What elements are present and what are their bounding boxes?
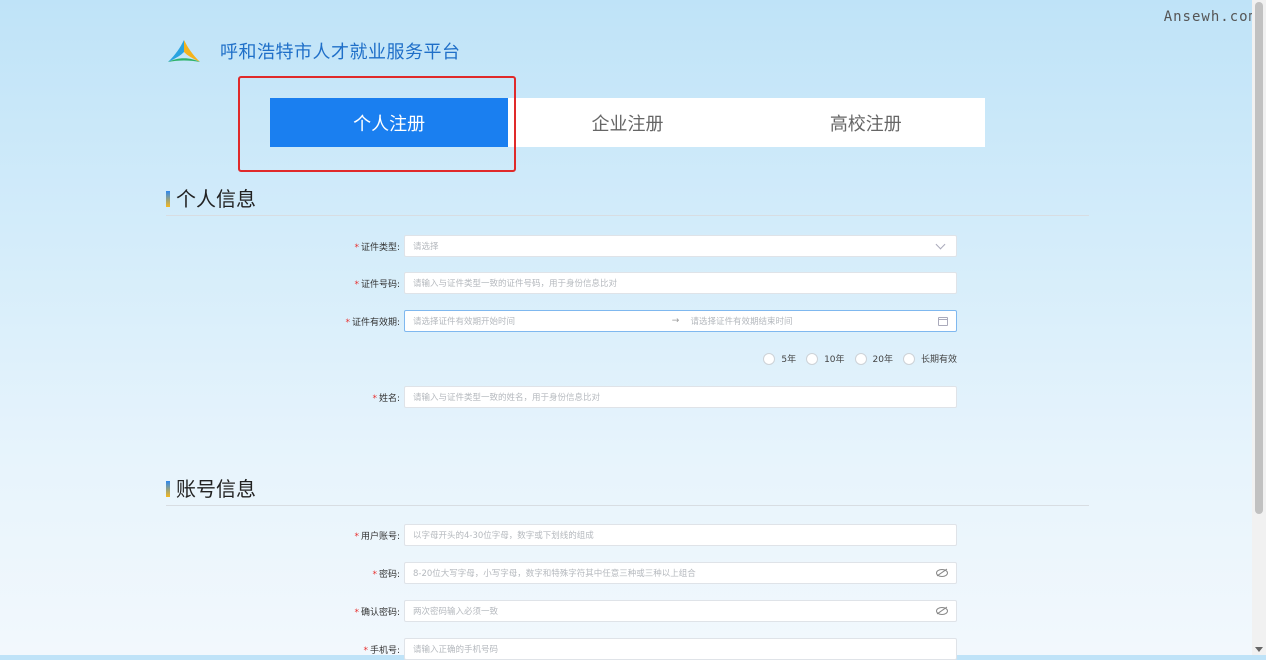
triangle-logo-icon (168, 40, 200, 62)
placeholder: 两次密码输入必须一致 (413, 607, 499, 617)
end-date-placeholder[interactable]: 请选择证件有效期结束时间 (691, 315, 939, 327)
section-title: 个人信息 (176, 187, 256, 211)
placeholder: 8-20位大写字母，小写字母，数字和特殊字符其中任意三种或三种以上组合 (413, 569, 696, 579)
chevron-down-icon (935, 239, 946, 250)
validity-date-range[interactable]: 请选择证件有效期开始时间 → 请选择证件有效期结束时间 (404, 310, 957, 332)
row-id-type: * 证件类型: 请选择 (300, 235, 957, 257)
field-label: * 姓名: (372, 393, 400, 404)
row-password: * 密码: 8-20位大写字母，小写字母，数字和特殊字符其中任意三种或三种以上组合 (300, 562, 957, 584)
section-title: 账号信息 (176, 477, 256, 501)
eye-off-icon[interactable] (936, 569, 948, 577)
radio-circle-icon (806, 352, 819, 365)
section-account-info: 账号信息 (166, 477, 1089, 506)
radio-circle-icon (763, 352, 776, 365)
tab-university-registration[interactable]: 高校注册 (747, 98, 985, 147)
id-number-input[interactable]: 请输入与证件类型一致的证件号码，用于身份信息比对 (404, 272, 957, 294)
field-label: * 证件有效期: (345, 317, 400, 328)
vertical-scrollbar[interactable] (1252, 0, 1266, 655)
placeholder: 请选择 (413, 242, 439, 252)
username-input[interactable]: 以字母开头的4-30位字母，数字或下划线的组成 (404, 524, 957, 546)
radio-5-years[interactable]: 5年 (763, 352, 796, 365)
confirm-password-input[interactable]: 两次密码输入必须一致 (404, 600, 957, 622)
placeholder: 请输入与证件类型一致的姓名，用于身份信息比对 (413, 393, 601, 403)
id-type-select[interactable]: 请选择 (404, 235, 957, 257)
validity-quick-options: 5年 10年 20年 长期有效 (753, 352, 957, 365)
required-mark: * (354, 242, 359, 253)
tab-personal-registration[interactable]: 个人注册 (270, 98, 509, 147)
field-label: * 密码: (372, 569, 400, 580)
radio-long-term[interactable]: 长期有效 (902, 352, 957, 365)
row-phone: * 手机号: 请输入正确的手机号码 (300, 638, 957, 660)
section-personal-info: 个人信息 (166, 187, 1089, 216)
field-label: * 用户账号: (354, 531, 400, 542)
scrollbar-thumb[interactable] (1255, 2, 1263, 514)
row-id-number: * 证件号码: 请输入与证件类型一致的证件号码，用于身份信息比对 (300, 272, 957, 294)
tab-enterprise-registration[interactable]: 企业注册 (508, 98, 746, 147)
password-input[interactable]: 8-20位大写字母，小写字母，数字和特殊字符其中任意三种或三种以上组合 (404, 562, 957, 584)
row-name: * 姓名: 请输入与证件类型一致的姓名，用于身份信息比对 (300, 386, 957, 408)
eye-off-icon[interactable] (936, 607, 948, 615)
field-label: * 确认密码: (354, 607, 400, 618)
watermark: Ansewh.com (1163, 9, 1258, 25)
radio-10-years[interactable]: 10年 (806, 352, 845, 365)
row-confirm-password: * 确认密码: 两次密码输入必须一致 (300, 600, 957, 622)
field-label: * 证件类型: (354, 242, 400, 253)
scroll-down-arrow-icon[interactable] (1255, 647, 1263, 652)
placeholder: 以字母开头的4-30位字母，数字或下划线的组成 (413, 531, 594, 541)
radio-circle-icon (854, 352, 867, 365)
radio-20-years[interactable]: 20年 (854, 352, 893, 365)
brand-title: 呼和浩特市人才就业服务平台 (220, 42, 461, 63)
calendar-icon (938, 316, 948, 326)
section-accent-bar (166, 481, 170, 497)
brand-header: 呼和浩特市人才就业服务平台 (166, 38, 461, 64)
placeholder: 请输入与证件类型一致的证件号码，用于身份信息比对 (413, 279, 618, 289)
field-label: * 证件号码: (354, 279, 400, 290)
arrow-right-icon: → (671, 316, 680, 326)
row-validity: * 证件有效期: 请选择证件有效期开始时间 → 请选择证件有效期结束时间 (300, 310, 957, 332)
radio-circle-icon (902, 352, 915, 365)
placeholder: 请输入正确的手机号码 (413, 645, 499, 655)
name-input[interactable]: 请输入与证件类型一致的姓名，用于身份信息比对 (404, 386, 957, 408)
phone-input[interactable]: 请输入正确的手机号码 (404, 638, 957, 660)
start-date-placeholder[interactable]: 请选择证件有效期开始时间 (413, 315, 661, 327)
field-label: * 手机号: (363, 645, 400, 656)
registration-tabs: 个人注册 企业注册 高校注册 (270, 98, 985, 147)
section-accent-bar (166, 191, 170, 207)
row-username: * 用户账号: 以字母开头的4-30位字母，数字或下划线的组成 (300, 524, 957, 546)
